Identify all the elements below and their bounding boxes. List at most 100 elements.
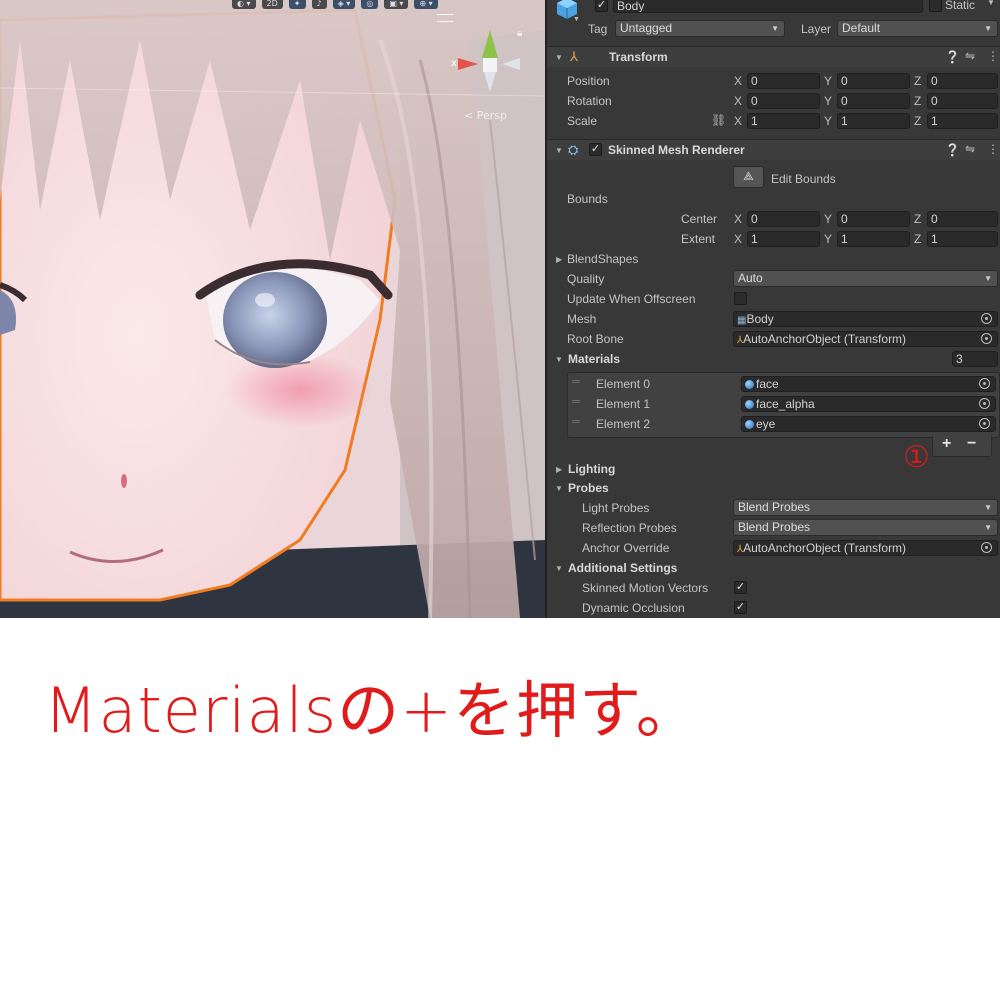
scale-x-field[interactable]: 1 xyxy=(747,113,820,129)
constrain-proportions-icon[interactable]: ⛓ xyxy=(711,113,726,127)
character-face-render xyxy=(0,0,545,618)
static-dropdown-arrow-icon[interactable]: ▼ xyxy=(987,0,995,7)
extent-label: Extent xyxy=(681,232,716,246)
fold-arrow-icon[interactable]: ▼ xyxy=(555,146,563,155)
presets-icon[interactable]: ⇋ xyxy=(965,142,975,156)
component-enabled-checkbox[interactable]: ✓ xyxy=(589,143,602,156)
scene-view[interactable]: ◐ ▾ 2D ✦ ♪ ◈ ▾ ◎ ▣ ▾ ⊕ ▾ x 🔒︎ < Persp xyxy=(0,0,545,618)
element-0-field[interactable]: face xyxy=(741,376,996,392)
rotation-x-field[interactable]: 0 xyxy=(747,93,820,109)
blendshapes-foldout[interactable]: BlendShapes xyxy=(567,252,638,266)
toggle-2d-button[interactable]: 2D xyxy=(261,0,283,9)
element-1-field[interactable]: face_alpha xyxy=(741,396,996,412)
z-axis-label: Z xyxy=(914,232,922,246)
materials-foldout[interactable]: Materials xyxy=(568,352,620,366)
center-z-field[interactable]: 0 xyxy=(927,211,998,227)
object-picker-icon[interactable] xyxy=(981,542,992,553)
presets-icon[interactable]: ⇋ xyxy=(965,49,975,63)
materials-size-field[interactable]: 3 xyxy=(952,351,998,367)
object-picker-icon[interactable] xyxy=(981,333,992,344)
object-picker-icon[interactable] xyxy=(979,398,990,409)
kebab-menu-icon[interactable]: ⋮ xyxy=(987,142,999,156)
dynamic-occlusion-checkbox[interactable]: ✓ xyxy=(734,601,747,614)
object-picker-icon[interactable] xyxy=(981,313,992,324)
update-offscreen-checkbox[interactable] xyxy=(734,292,747,305)
object-picker-icon[interactable] xyxy=(979,418,990,429)
light-probes-dropdown[interactable]: Blend Probes ▼ xyxy=(733,499,998,516)
x-axis-label: X xyxy=(734,74,743,88)
anchor-override-field[interactable]: ⅄AutoAnchorObject (Transform) xyxy=(733,540,998,556)
lock-icon[interactable]: 🔒︎ xyxy=(517,28,522,39)
position-x-field[interactable]: 0 xyxy=(747,73,820,89)
probes-foldout[interactable]: Probes xyxy=(568,481,609,495)
chevron-down-icon: ▼ xyxy=(984,503,992,512)
drag-handle-icon[interactable]: ═ xyxy=(572,376,580,388)
static-checkbox[interactable] xyxy=(929,0,942,12)
additional-settings-foldout[interactable]: Additional Settings xyxy=(568,561,677,575)
root-bone-label: Root Bone xyxy=(567,332,624,346)
fold-arrow-icon[interactable]: ▼ xyxy=(555,53,563,62)
reflection-probes-label: Reflection Probes xyxy=(582,521,677,535)
element-2-value: eye xyxy=(756,417,776,431)
tag-dropdown[interactable]: Untagged ▼ xyxy=(615,20,785,37)
fold-arrow-icon[interactable]: ▼ xyxy=(555,564,563,573)
y-axis-label: Y xyxy=(824,74,833,88)
camera-settings-icon[interactable]: ▣ ▾ xyxy=(384,0,409,9)
element-0-value: face xyxy=(756,377,779,391)
mesh-field[interactable]: ▦Body xyxy=(733,311,998,327)
layer-dropdown[interactable]: Default ▼ xyxy=(837,20,998,37)
object-name-field[interactable]: Body xyxy=(613,0,923,13)
mesh-label: Mesh xyxy=(567,312,597,326)
rotation-label: Rotation xyxy=(567,94,612,108)
edit-bounds-button[interactable]: ⟁ xyxy=(733,166,764,188)
quality-dropdown[interactable]: Auto ▼ xyxy=(733,270,998,287)
help-icon[interactable]: ❔ xyxy=(945,50,960,64)
effects-toggle-icon[interactable]: ◈ ▾ xyxy=(332,0,356,9)
lighting-toggle-icon[interactable]: ✦ xyxy=(288,0,306,9)
add-element-button[interactable]: + xyxy=(942,435,951,453)
lighting-foldout[interactable]: Lighting xyxy=(568,462,615,476)
extent-z-field[interactable]: 1 xyxy=(927,231,998,247)
material-icon xyxy=(745,400,754,409)
center-y-field[interactable]: 0 xyxy=(837,211,910,227)
scale-z-field[interactable]: 1 xyxy=(927,113,998,129)
center-x-field[interactable]: 0 xyxy=(747,211,820,227)
rotation-z-field[interactable]: 0 xyxy=(927,93,998,109)
hidden-objects-icon[interactable]: ◎ xyxy=(361,0,379,9)
tag-label: Tag xyxy=(588,22,608,36)
help-icon[interactable]: ❔ xyxy=(945,143,960,157)
kebab-menu-icon[interactable]: ⋮ xyxy=(987,49,999,63)
position-z-field[interactable]: 0 xyxy=(927,73,998,89)
rotation-y-field[interactable]: 0 xyxy=(837,93,910,109)
remove-element-button[interactable]: − xyxy=(967,435,976,453)
skinned-motion-vectors-checkbox[interactable]: ✓ xyxy=(734,581,747,594)
active-checkbox[interactable]: ✓ xyxy=(595,0,608,12)
fold-arrow-icon[interactable]: ▼ xyxy=(555,484,563,493)
gizmos-toggle-icon[interactable]: ⊕ ▾ xyxy=(414,0,438,9)
object-picker-icon[interactable] xyxy=(979,378,990,389)
quality-label: Quality xyxy=(567,272,605,286)
extent-y-field[interactable]: 1 xyxy=(837,231,910,247)
fold-arrow-icon[interactable]: ▼ xyxy=(555,355,563,364)
z-axis-label: Z xyxy=(914,94,922,108)
root-bone-value: AutoAnchorObject (Transform) xyxy=(743,332,907,346)
drag-handle-icon[interactable]: ═ xyxy=(572,396,580,408)
position-y-field[interactable]: 0 xyxy=(837,73,910,89)
drag-handle-icon[interactable]: ═ xyxy=(572,416,580,428)
dynamic-occlusion-label: Dynamic Occlusion xyxy=(582,601,685,615)
perspective-label[interactable]: < Persp xyxy=(464,109,507,122)
root-bone-field[interactable]: ⅄AutoAnchorObject (Transform) xyxy=(733,331,998,347)
menu-icon[interactable] xyxy=(437,14,453,22)
fold-arrow-collapsed-icon[interactable]: ▶ xyxy=(556,255,562,264)
light-probes-label: Light Probes xyxy=(582,501,650,515)
shading-mode-button[interactable]: ◐ ▾ xyxy=(232,0,256,9)
extent-x-field[interactable]: 1 xyxy=(747,231,820,247)
fold-arrow-collapsed-icon[interactable]: ▶ xyxy=(556,465,562,474)
icon-dropdown-arrow-icon[interactable]: ▼ xyxy=(573,16,580,23)
anchor-override-label: Anchor Override xyxy=(582,541,670,555)
reflection-probes-dropdown[interactable]: Blend Probes ▼ xyxy=(733,519,998,536)
center-label: Center xyxy=(681,212,718,226)
scale-y-field[interactable]: 1 xyxy=(837,113,910,129)
audio-toggle-icon[interactable]: ♪ xyxy=(311,0,327,9)
element-2-field[interactable]: eye xyxy=(741,416,996,432)
